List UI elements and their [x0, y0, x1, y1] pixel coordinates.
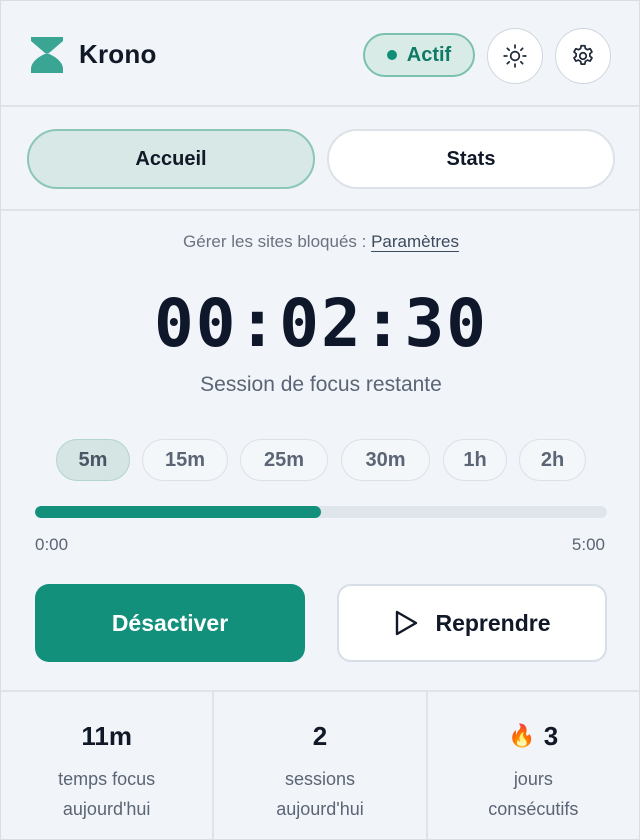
sun-icon — [503, 44, 527, 68]
stat-streak: 🔥 3 jours consécutifs — [428, 692, 639, 839]
stat-label: temps focus aujourd'hui — [1, 764, 212, 824]
resume-button[interactable]: Reprendre — [337, 584, 607, 662]
settings-link[interactable]: Paramètres — [371, 232, 459, 251]
timer-label: Session de focus restante — [200, 373, 442, 396]
gear-icon — [573, 44, 593, 65]
tab-bar: Accueil Stats — [1, 109, 639, 211]
settings-button[interactable] — [555, 28, 611, 84]
status-badge[interactable]: Actif — [363, 33, 475, 77]
preset-1h[interactable]: 1h — [443, 439, 507, 481]
theme-toggle-button[interactable] — [487, 28, 543, 84]
progress-fill — [35, 506, 321, 518]
app-title: Krono — [79, 39, 157, 69]
stat-label-line: sessions — [284, 769, 355, 789]
timer-display: 00:02:30 — [154, 285, 488, 362]
preset-2h[interactable]: 2h — [519, 439, 586, 481]
stat-label-line: jours — [513, 769, 553, 789]
stat-label-line: consécutifs — [488, 799, 579, 819]
deactivate-button[interactable]: Désactiver — [35, 584, 305, 662]
preset-5m[interactable]: 5m — [56, 439, 130, 481]
status-dot — [386, 50, 397, 60]
status-text: Actif — [406, 43, 452, 66]
progress-start-time: 0:00 — [35, 535, 69, 554]
fire-icon: 🔥 — [508, 723, 536, 748]
streak-count: 3 — [543, 720, 559, 751]
header: Krono Actif — [1, 1, 639, 107]
resume-label: Reprendre — [435, 609, 551, 636]
stat-value: 11m — [81, 720, 132, 751]
stat-label: jours consécutifs — [428, 764, 639, 824]
progress-bar — [35, 506, 607, 518]
preset-25m[interactable]: 25m — [240, 439, 328, 481]
stat-label-line: temps focus — [58, 769, 156, 789]
play-icon — [396, 610, 418, 636]
preset-15m[interactable]: 15m — [142, 439, 228, 481]
stats-summary: 11m temps focus aujourd'hui 2 sessions a… — [1, 690, 639, 839]
stat-value: 🔥 3 — [428, 720, 639, 752]
krono-popup: Krono Actif Accueil Stats Gérer les site… — [0, 0, 640, 840]
stat-focus-time: 11m temps focus aujourd'hui — [1, 692, 215, 839]
hourglass-icon — [31, 37, 63, 73]
progress-end-time: 5:00 — [571, 535, 605, 554]
manage-text: Gérer les sites bloqués : — [183, 232, 372, 251]
stat-label-line: aujourd'hui — [276, 799, 364, 819]
stat-value: 2 — [312, 720, 328, 751]
preset-30m[interactable]: 30m — [341, 439, 430, 481]
stat-sessions: 2 sessions aujourd'hui — [214, 692, 428, 839]
stat-label: sessions aujourd'hui — [214, 764, 425, 824]
stat-label-line: aujourd'hui — [62, 799, 151, 819]
tab-stats[interactable]: Stats — [327, 129, 615, 189]
manage-blocked-sites: Gérer les sites bloqués : Paramètres — [1, 232, 640, 252]
tab-accueil[interactable]: Accueil — [27, 129, 315, 189]
